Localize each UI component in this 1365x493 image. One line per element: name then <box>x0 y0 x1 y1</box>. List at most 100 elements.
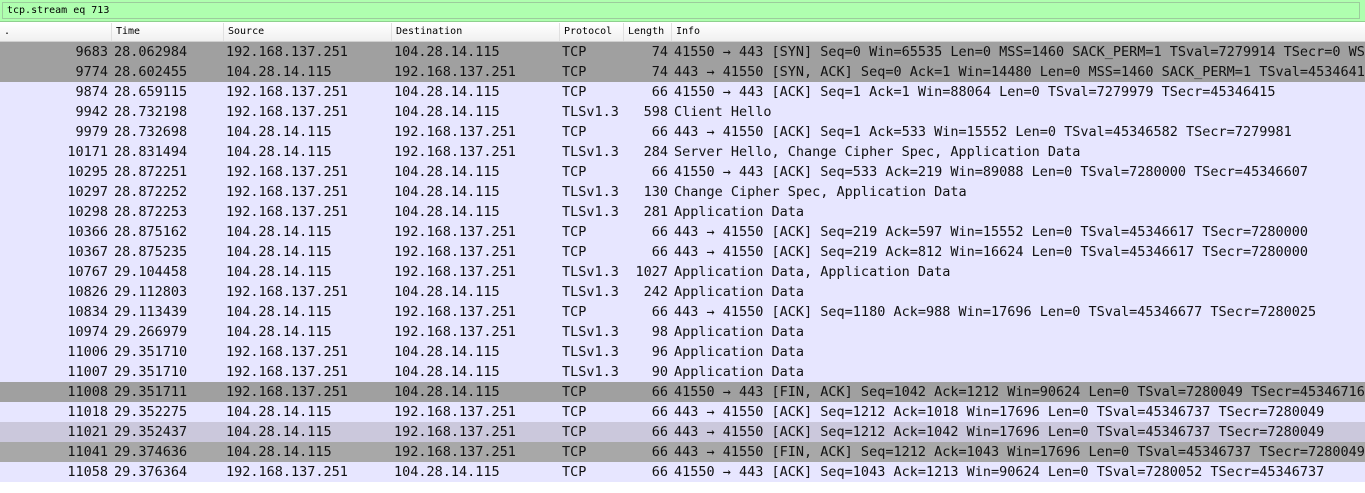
packet-time: 28.875162 <box>114 224 188 240</box>
packet-time: 28.872253 <box>114 204 188 220</box>
packet-row[interactable]: 10298 28.872253 192.168.137.251 104.28.14.1… <box>0 202 1365 222</box>
packet-number: 11041 <box>67 444 108 460</box>
packet-time: 28.732198 <box>114 104 188 120</box>
packet-info: Application Data <box>674 284 805 300</box>
packet-protocol: TCP <box>562 164 587 180</box>
packet-time: 29.351710 <box>114 364 188 380</box>
packet-number: 10298 <box>67 204 108 220</box>
packet-row[interactable]: 11021 29.352437 104.28.14.115 192.168.137.2… <box>0 422 1365 442</box>
column-header-time[interactable]: Time <box>112 23 224 41</box>
packet-number: 9683 <box>75 44 108 60</box>
packet-row[interactable]: 10366 28.875162 104.28.14.115 192.168.137.2… <box>0 222 1365 242</box>
packet-row[interactable]: 10767 29.104458 104.28.14.115 192.168.137.2… <box>0 262 1365 282</box>
packet-row[interactable]: 11058 29.376364 192.168.137.251 104.28.14.1… <box>0 462 1365 482</box>
packet-source: 192.168.137.251 <box>226 84 348 100</box>
packet-row[interactable]: 10826 29.112803 192.168.137.251 104.28.14.1… <box>0 282 1365 302</box>
packet-number: 11021 <box>67 424 108 440</box>
packet-protocol: TCP <box>562 424 587 440</box>
packet-info: 443 → 41550 [ACK] Seq=1180 Ack=988 Win=1… <box>674 304 1317 320</box>
packet-info: Change Cipher Spec, Application Data <box>674 184 967 200</box>
packet-time: 29.351711 <box>114 384 188 400</box>
column-header-info[interactable]: Info <box>672 23 1365 41</box>
packet-source: 192.168.137.251 <box>226 344 348 360</box>
packet-source: 192.168.137.251 <box>226 464 348 480</box>
packet-row[interactable]: 10295 28.872251 192.168.137.251 104.28.14.1… <box>0 162 1365 182</box>
packet-destination: 104.28.14.115 <box>394 184 500 200</box>
column-header-length[interactable]: Length <box>624 23 672 41</box>
packet-row[interactable]: 9942 28.732198 192.168.137.251 104.28.14.11… <box>0 102 1365 122</box>
packet-row[interactable]: 9874 28.659115 192.168.137.251 104.28.14.11… <box>0 82 1365 102</box>
packet-number: 9774 <box>75 64 108 80</box>
packet-row[interactable]: 11007 29.351710 192.168.137.251 104.28.14.1… <box>0 362 1365 382</box>
packet-destination: 104.28.14.115 <box>394 364 500 380</box>
packet-destination: 104.28.14.115 <box>394 464 500 480</box>
packet-number: 9942 <box>75 104 108 120</box>
packet-row[interactable]: 10834 29.113439 104.28.14.115 192.168.137.2… <box>0 302 1365 322</box>
packet-protocol: TCP <box>562 44 587 60</box>
wireshark-packet-list-window: . Time Source Destination Protocol Lengt… <box>0 0 1365 493</box>
packet-destination: 104.28.14.115 <box>394 84 500 100</box>
packet-row[interactable]: 9979 28.732698 104.28.14.115 192.168.137.25… <box>0 122 1365 142</box>
packet-info: 41550 → 443 [ACK] Seq=533 Ack=219 Win=89… <box>674 164 1308 180</box>
packet-number: 11007 <box>67 364 108 380</box>
packet-info: 443 → 41550 [ACK] Seq=1212 Ack=1042 Win=… <box>674 424 1325 440</box>
packet-destination: 192.168.137.251 <box>394 224 516 240</box>
packet-source: 104.28.14.115 <box>226 404 332 420</box>
packet-protocol: TCP <box>562 64 587 80</box>
packet-length: 66 <box>651 164 668 180</box>
packet-source: 104.28.14.115 <box>226 264 332 280</box>
column-header-no[interactable]: . <box>0 23 112 41</box>
packet-row[interactable]: 11008 29.351711 192.168.137.251 104.28.14.1… <box>0 382 1365 402</box>
packet-destination: 104.28.14.115 <box>394 384 500 400</box>
packet-time: 29.374636 <box>114 444 188 460</box>
display-filter-bar <box>0 0 1365 22</box>
packet-protocol: TLSv1.3 <box>562 364 619 380</box>
packet-source: 104.28.14.115 <box>226 324 332 340</box>
packet-row[interactable]: 11041 29.374636 104.28.14.115 192.168.137.2… <box>0 442 1365 462</box>
packet-number: 10171 <box>67 144 108 160</box>
packet-protocol: TLSv1.3 <box>562 264 619 280</box>
packet-row[interactable]: 10974 29.266979 104.28.14.115 192.168.137.2… <box>0 322 1365 342</box>
packet-row[interactable]: 9774 28.602455 104.28.14.115 192.168.137.25… <box>0 62 1365 82</box>
packet-row[interactable]: 9683 28.062984 192.168.137.251 104.28.14.11… <box>0 42 1365 62</box>
packet-source: 104.28.14.115 <box>226 244 332 260</box>
packet-source: 192.168.137.251 <box>226 284 348 300</box>
packet-protocol: TCP <box>562 444 587 460</box>
packet-time: 28.872251 <box>114 164 188 180</box>
packet-source: 104.28.14.115 <box>226 304 332 320</box>
packet-time: 28.659115 <box>114 84 188 100</box>
packet-length: 598 <box>643 104 668 120</box>
packet-source: 192.168.137.251 <box>226 104 348 120</box>
packet-info: Application Data <box>674 344 805 360</box>
packet-number: 10826 <box>67 284 108 300</box>
packet-number: 9874 <box>75 84 108 100</box>
packet-info: Server Hello, Change Cipher Spec, Applic… <box>674 144 1081 160</box>
packet-destination: 104.28.14.115 <box>394 104 500 120</box>
packet-row[interactable]: 11006 29.351710 192.168.137.251 104.28.14.1… <box>0 342 1365 362</box>
packet-destination: 192.168.137.251 <box>394 404 516 420</box>
packet-row[interactable]: 10171 28.831494 104.28.14.115 192.168.137.2… <box>0 142 1365 162</box>
packet-info: 41550 → 443 [FIN, ACK] Seq=1042 Ack=1212… <box>674 384 1365 400</box>
packet-destination: 192.168.137.251 <box>394 264 516 280</box>
packet-protocol: TLSv1.3 <box>562 104 619 120</box>
packet-protocol: TCP <box>562 124 587 140</box>
packet-row[interactable]: 10367 28.875235 104.28.14.115 192.168.137.2… <box>0 242 1365 262</box>
packet-number: 10834 <box>67 304 108 320</box>
packet-length: 66 <box>651 84 668 100</box>
packet-info: 443 → 41550 [ACK] Seq=219 Ack=597 Win=15… <box>674 224 1308 240</box>
column-header-source[interactable]: Source <box>224 23 392 41</box>
column-header-protocol[interactable]: Protocol <box>560 23 624 41</box>
packet-length: 74 <box>651 64 668 80</box>
display-filter-input[interactable] <box>2 2 1360 19</box>
packet-info: Application Data, Application Data <box>674 264 951 280</box>
packet-number: 10297 <box>67 184 108 200</box>
packet-time: 28.831494 <box>114 144 188 160</box>
packet-info: 443 → 41550 [SYN, ACK] Seq=0 Ack=1 Win=1… <box>674 64 1365 80</box>
packet-row[interactable]: 10297 28.872252 192.168.137.251 104.28.14.1… <box>0 182 1365 202</box>
packet-source: 192.168.137.251 <box>226 164 348 180</box>
packet-row[interactable]: 11018 29.352275 104.28.14.115 192.168.137.2… <box>0 402 1365 422</box>
packet-destination: 192.168.137.251 <box>394 444 516 460</box>
packet-time: 29.112803 <box>114 284 188 300</box>
packet-length: 281 <box>643 204 668 220</box>
column-header-destination[interactable]: Destination <box>392 23 560 41</box>
